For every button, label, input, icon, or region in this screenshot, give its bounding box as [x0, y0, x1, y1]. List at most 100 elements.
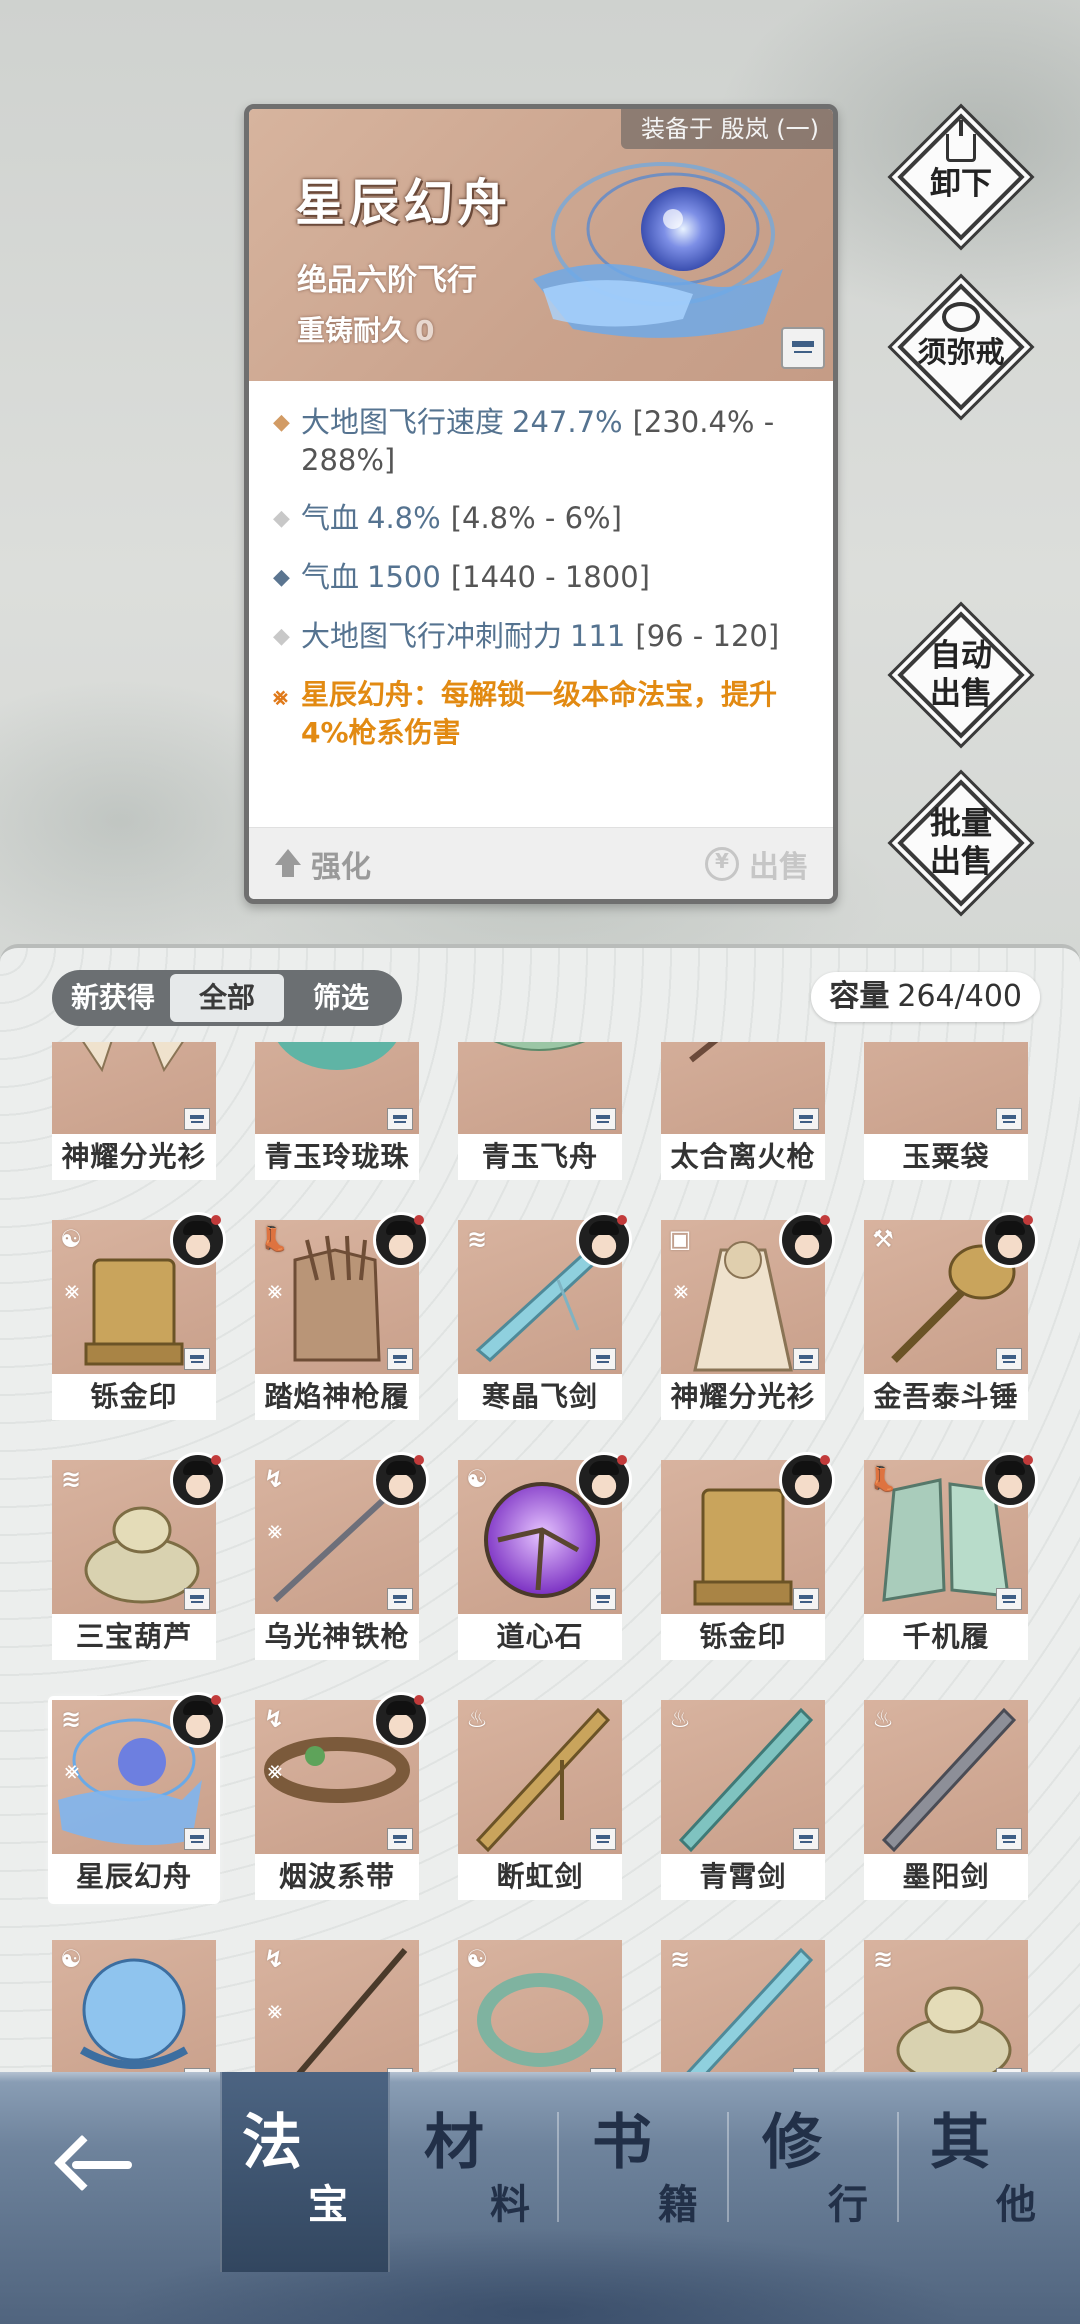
character-avatar [982, 1212, 1038, 1268]
batch-sell-button[interactable]: 批量 出售 [896, 778, 1026, 908]
filter-tab-filter[interactable]: 筛选 [284, 974, 398, 1022]
tab-big-char: 书 [592, 2108, 652, 2178]
stat-name: 大地图飞行速度 [301, 405, 505, 439]
inventory-item[interactable]: 铄金印 [661, 1452, 835, 1660]
stat-row: ◆ 气血 4.8% [4.8% - 6%] [273, 499, 809, 538]
stat-range: [4.8% - 6%] [450, 501, 622, 535]
stat-name: 气血 [301, 501, 360, 535]
character-avatar [373, 1692, 429, 1748]
lock-icon[interactable] [781, 327, 825, 369]
tab-books[interactable]: 书 籍 [572, 2072, 742, 2272]
wing-type-icon: ≋ [466, 1225, 488, 1253]
rune-icon: ⨳ [64, 1756, 80, 1784]
auto-sell-button[interactable]: 自动 出售 [896, 610, 1026, 740]
gourd-type-icon: ♨ [466, 1705, 488, 1733]
character-avatar [779, 1212, 835, 1268]
capacity-label: 容量 [829, 979, 890, 1014]
sell-button[interactable]: 出售 [705, 842, 809, 886]
item-name: 青玉飞舟 [458, 1134, 622, 1180]
item-name: 三宝葫芦 [52, 1614, 216, 1660]
stat-row: ◆ 气血 1500 [1440 - 1800] [273, 558, 809, 597]
sumeru-ring-button[interactable]: 须弥戒 [896, 282, 1026, 412]
rune-icon: ⨳ [267, 1996, 283, 2024]
capacity-value: 264/400 [897, 979, 1022, 1014]
diamond-bullet-icon: ◆ [273, 624, 290, 649]
item-name: 星辰幻舟 [52, 1854, 216, 1900]
tab-big-char: 其 [930, 2108, 990, 2178]
inventory-item[interactable]: ☯ ⨳ 铄金印 [52, 1212, 226, 1420]
back-arrow-icon[interactable] [53, 2130, 138, 2200]
strengthen-button[interactable]: 强化 [275, 842, 371, 886]
tab-small-char: 料 [490, 2181, 530, 2228]
rune-icon: ⨳ [673, 1276, 689, 1304]
diamond-frame [897, 611, 1025, 739]
inventory-item[interactable]: ♨ 墨阳剑 [864, 1700, 1028, 1900]
inventory-item[interactable]: ↯ ⨳ [255, 1940, 419, 2084]
tab-big-char: 法 [242, 2108, 302, 2178]
item-name: 踏焰神枪履 [255, 1374, 419, 1420]
inventory-item[interactable]: 👢 千机履 [864, 1452, 1038, 1660]
item-name: 墨阳剑 [864, 1854, 1028, 1900]
item-name: 断虹剑 [458, 1854, 622, 1900]
inventory-item-selected[interactable]: ≋ ⨳ 星辰幻舟 [52, 1692, 226, 1900]
inventory-item[interactable]: ☯ [52, 1940, 216, 2084]
item-detail-card: 装备于 殷岚 (一) 星辰幻舟 绝品六阶飞行 重铸耐久 0 ◆ 大地图飞行速度 … [244, 104, 838, 904]
inventory-item[interactable]: 太合离火枪 [661, 1042, 825, 1180]
inventory-item[interactable]: ↯ ⨳ 乌光神铁枪 [255, 1452, 429, 1660]
tab-others[interactable]: 其 他 [910, 2072, 1080, 2272]
reforge-label: 重铸耐久 [297, 314, 410, 347]
inventory-item[interactable]: ☯ [458, 1940, 622, 2084]
lock-icon [996, 1588, 1022, 1610]
inventory-item[interactable]: ≋ [661, 1940, 825, 2084]
inventory-item[interactable]: 青玉飞舟 [458, 1042, 622, 1180]
tab-materials[interactable]: 材 料 [404, 2072, 574, 2272]
stat-name: 气血 [301, 560, 360, 594]
special-effect-text: 星辰幻舟：每解锁一级本命法宝，提升4%枪系伤害 [301, 678, 778, 749]
arrow-up-icon [275, 849, 301, 879]
inventory-item[interactable]: ♨ 断虹剑 [458, 1700, 622, 1900]
item-name: 寒晶飞剑 [458, 1374, 622, 1420]
inventory-item[interactable]: ☯ 道心石 [458, 1452, 632, 1660]
lock-icon [996, 1108, 1022, 1130]
inventory-item[interactable]: 粟 玉粟袋 [864, 1042, 1028, 1180]
unequip-button[interactable]: 卸下 [896, 112, 1026, 242]
spear-type-icon: ↯ [263, 1465, 285, 1493]
character-avatar [170, 1452, 226, 1508]
inventory-item[interactable]: ▣ ⨳ 神耀分光衫 [661, 1212, 835, 1420]
tab-cultivation[interactable]: 修 行 [742, 2072, 912, 2272]
inventory-item[interactable]: ≋ 三宝葫芦 [52, 1452, 226, 1660]
rune-icon: ⨳ [267, 1276, 283, 1304]
bottom-navigation: 法 宝 材 料 书 籍 修 行 其 他 [0, 2072, 1080, 2324]
lock-icon [996, 1828, 1022, 1850]
stat-value: 1500 [367, 560, 441, 594]
item-name: 金吾泰斗锤 [864, 1374, 1028, 1420]
lock-icon [793, 1108, 819, 1130]
stat-name: 大地图飞行冲刺耐力 [301, 619, 563, 653]
stat-list: ◆ 大地图飞行速度 247.7% [230.4% - 288%] ◆ 气血 4.8% [… [249, 381, 833, 752]
lock-icon [590, 1588, 616, 1610]
tab-treasures[interactable]: 法 宝 [220, 2072, 390, 2272]
special-effect-row: ⨳ 星辰幻舟：每解锁一级本命法宝，提升4%枪系伤害 [273, 676, 809, 752]
gourd-type-icon: ♨ [669, 1705, 691, 1733]
inventory-item[interactable]: ♨ 青霄剑 [661, 1700, 825, 1900]
item-name: 道心石 [458, 1614, 622, 1660]
filter-tab-all[interactable]: 全部 [170, 974, 284, 1022]
inventory-item[interactable]: ≋ [864, 1940, 1028, 2084]
rune-icon: ⨳ [267, 1756, 283, 1784]
item-name: 烟波系带 [255, 1854, 419, 1900]
inventory-scroll-area[interactable]: 神耀分光衫 青玉玲珑珠 青玉飞舟 太合离火枪 玉粟袋 ☯ ⨳ 铄金印 👢 ⨳ 踏… [0, 1042, 1080, 2084]
lock-icon [387, 1348, 413, 1370]
inventory-item[interactable]: ≋ 寒晶飞剑 [458, 1212, 632, 1420]
item-name: 铄金印 [661, 1614, 825, 1660]
inventory-item[interactable]: ↯ ⨳ 烟波系带 [255, 1692, 429, 1900]
diamond-bullet-icon: ◆ [273, 565, 290, 590]
character-avatar [170, 1212, 226, 1268]
inventory-item[interactable]: 👢 ⨳ 踏焰神枪履 [255, 1212, 429, 1420]
tab-small-char: 行 [828, 2181, 868, 2228]
lock-icon [387, 1588, 413, 1610]
batch-sell-label-2: 出售 [930, 844, 992, 880]
inventory-item[interactable]: 神耀分光衫 [52, 1042, 216, 1180]
inventory-item[interactable]: ⚒ 金吾泰斗锤 [864, 1212, 1038, 1420]
inventory-item[interactable]: 青玉玲珑珠 [255, 1042, 419, 1180]
filter-tab-new[interactable]: 新获得 [56, 974, 170, 1022]
